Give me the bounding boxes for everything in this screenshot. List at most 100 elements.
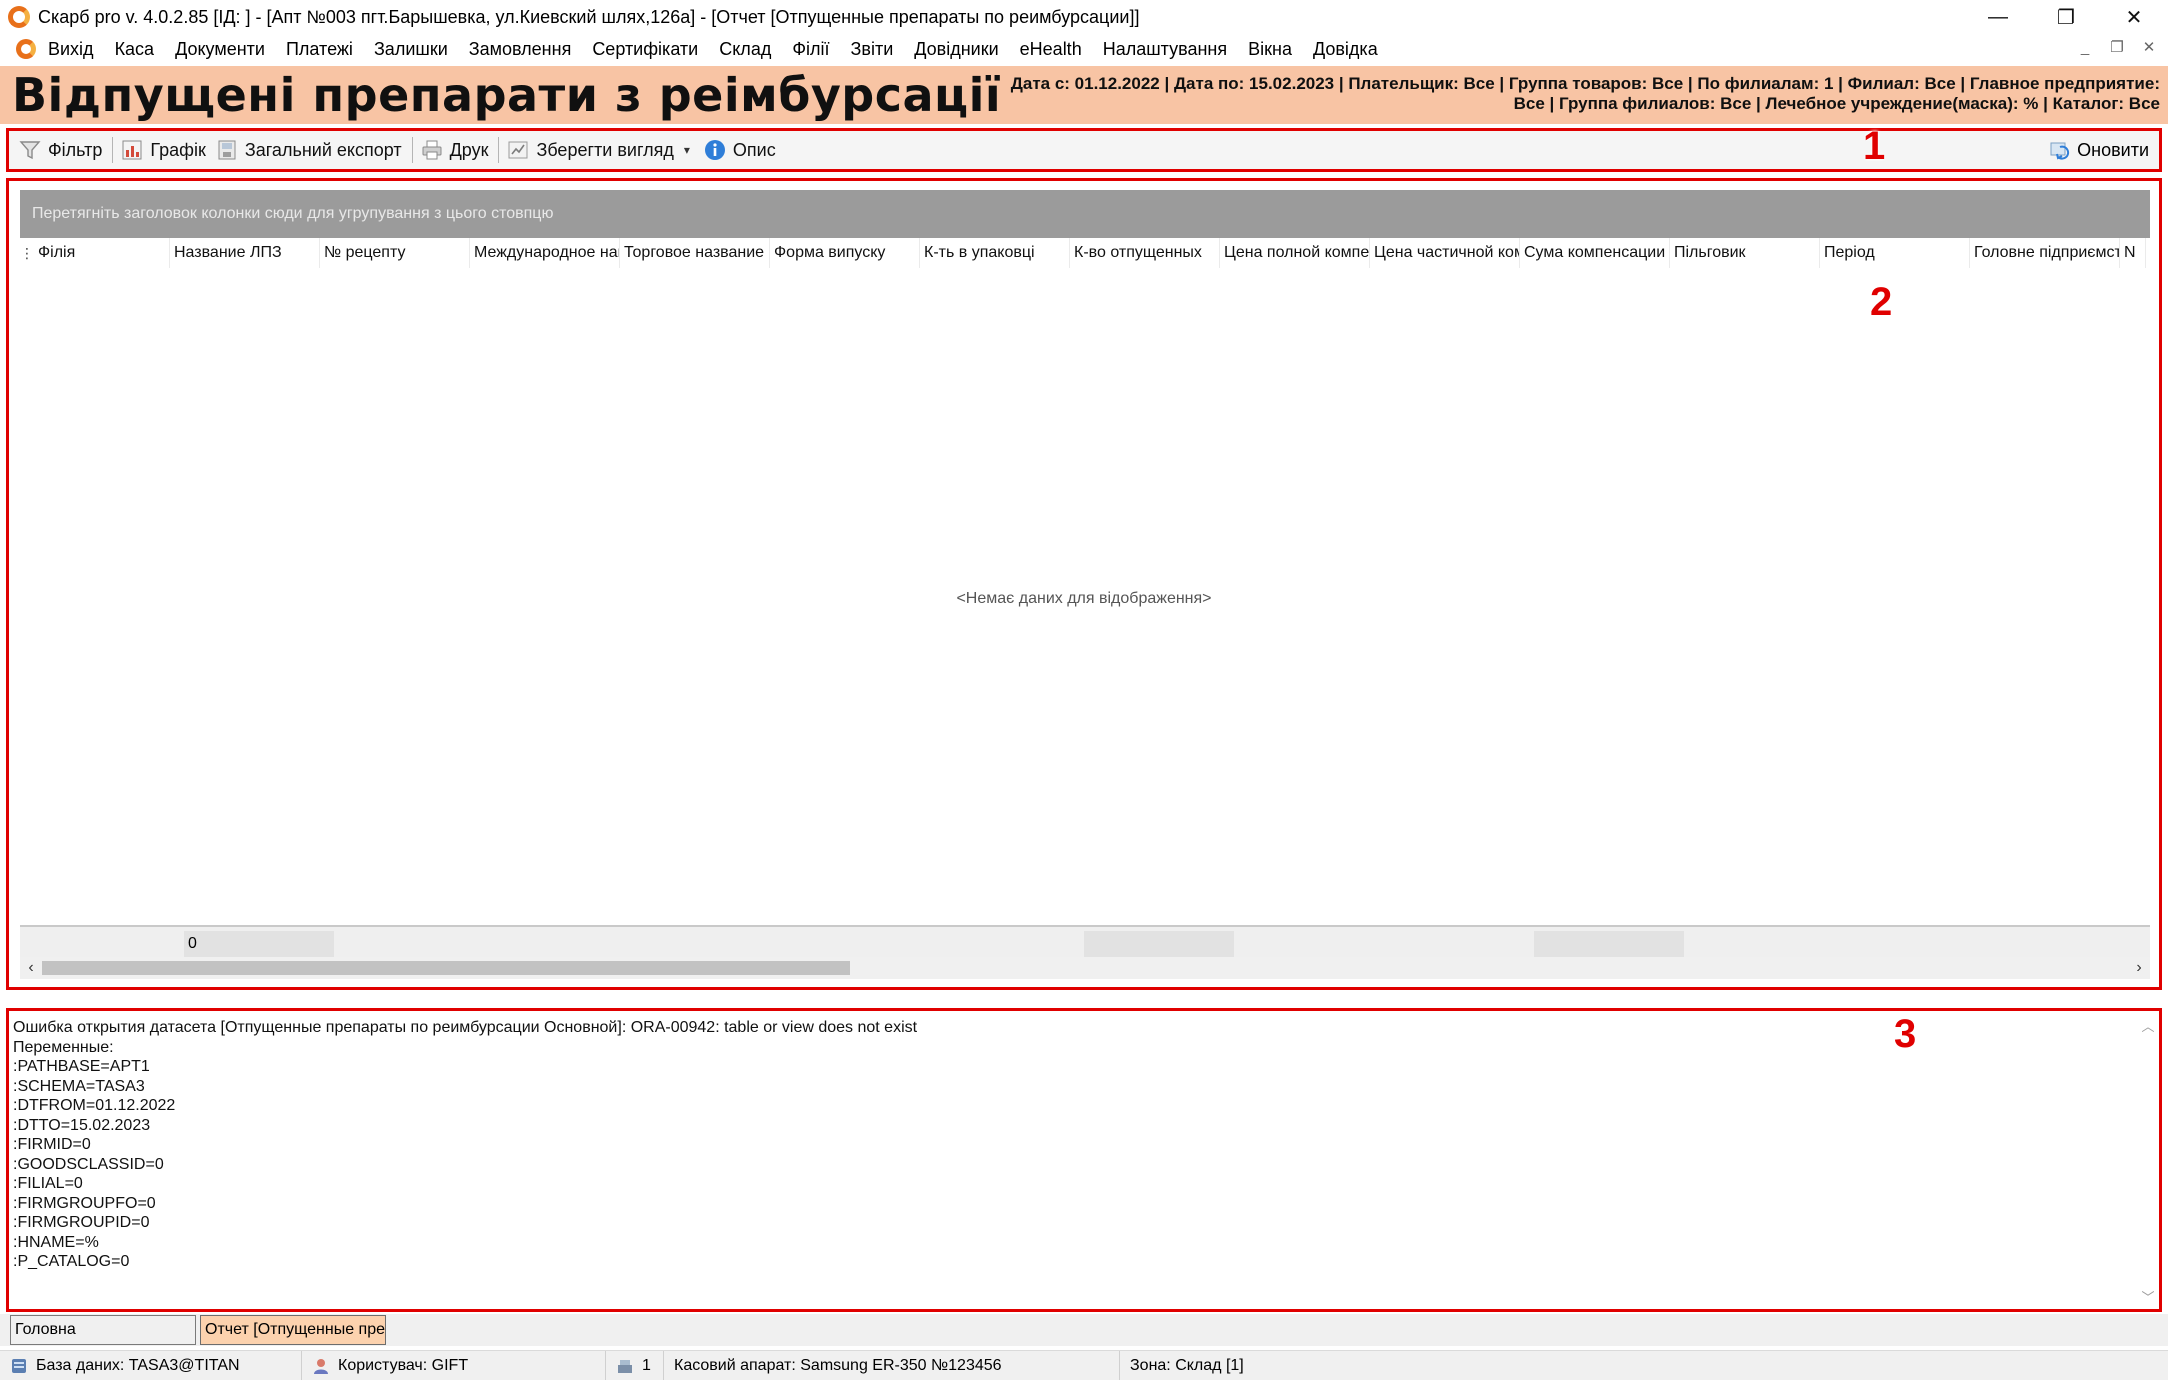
- window-controls: — ❐ ✕: [1964, 0, 2168, 34]
- menu-windows[interactable]: Вікна: [1248, 39, 1292, 60]
- filter-icon: [19, 141, 41, 160]
- filter-button[interactable]: Фільтр: [19, 139, 102, 161]
- group-by-panel[interactable]: Перетягніть заголовок колонки сюди для у…: [20, 190, 2150, 238]
- restore-button[interactable]: ❐: [2032, 0, 2100, 34]
- cash-register-icon: [618, 1359, 632, 1373]
- status-bar: База даних: TASA3@TITAN Користувач: GIFT…: [0, 1350, 2168, 1380]
- description-button[interactable]: Опис: [704, 139, 776, 161]
- chart-button[interactable]: Графік: [121, 139, 206, 161]
- horizontal-scroll-thumb[interactable]: [42, 961, 850, 975]
- scroll-right-icon[interactable]: ›: [2128, 957, 2150, 979]
- footer-summary-cell: [1534, 931, 1684, 957]
- horizontal-scrollbar[interactable]: ‹ ›: [20, 957, 2150, 979]
- app-menu-icon[interactable]: [16, 39, 36, 59]
- menu-help[interactable]: Довідка: [1313, 39, 1378, 60]
- menu-branches[interactable]: Філії: [792, 39, 829, 60]
- save-view-dropdown-icon[interactable]: ▾: [684, 143, 690, 157]
- toolbar-separator: [411, 137, 413, 163]
- status-user-text: Користувач: GIFT: [338, 1356, 469, 1374]
- column-header-lpz-name[interactable]: Название ЛПЗ: [170, 238, 320, 268]
- menu-stock[interactable]: Залишки: [374, 39, 448, 60]
- scroll-down-icon[interactable]: ﹀: [2139, 1288, 2157, 1308]
- app-logo-icon: [8, 6, 30, 28]
- menu-orders[interactable]: Замовлення: [469, 39, 572, 60]
- menu-payments[interactable]: Платежі: [286, 39, 353, 60]
- refresh-button[interactable]: Оновити: [2049, 139, 2149, 161]
- menu-certificates[interactable]: Сертифікати: [592, 39, 698, 60]
- menu-directories[interactable]: Довідники: [914, 39, 998, 60]
- column-header-beneficiary[interactable]: Пільговик: [1670, 238, 1820, 268]
- report-title: Відпущені препарати з реімбурсації: [12, 68, 1002, 122]
- error-line: :FIRMGROUPFO=0: [13, 1194, 156, 1212]
- close-button[interactable]: ✕: [2100, 0, 2168, 34]
- column-header-period[interactable]: Період: [1820, 238, 1970, 268]
- scroll-up-icon[interactable]: ︿: [2139, 1017, 2157, 1037]
- minimize-button[interactable]: —: [1964, 0, 2032, 34]
- mdi-close-button[interactable]: ✕: [2140, 38, 2158, 58]
- column-header-row: ⋮ Філія Название ЛПЗ № рецепту Междунаро…: [20, 238, 2150, 268]
- toolbar-separator: [112, 137, 114, 163]
- column-header-pack-quantity[interactable]: К-ть в упаковці: [920, 238, 1070, 268]
- column-header-dispensed-quantity[interactable]: К-во отпущенных: [1070, 238, 1220, 268]
- group-by-hint: Перетягніть заголовок колонки сюди для у…: [32, 205, 554, 222]
- annotation-marker-1: 1: [1863, 124, 1886, 168]
- column-header-international-name[interactable]: Международное наименование: [470, 238, 620, 268]
- column-header-release-form[interactable]: Форма випуску: [770, 238, 920, 268]
- empty-grid-message: <Немає даних для відображення>: [956, 590, 1212, 607]
- column-header-trade-name[interactable]: Торговое название: [620, 238, 770, 268]
- error-line: :DTFROM=01.12.2022: [13, 1097, 176, 1114]
- mdi-minimize-button[interactable]: _: [2076, 38, 2094, 58]
- menu-warehouse[interactable]: Склад: [719, 39, 771, 60]
- report-header: Відпущені препарати з реімбурсації Дата …: [0, 66, 2168, 124]
- print-label: Друк: [449, 139, 489, 160]
- error-line: :SCHEMA=TASA3: [13, 1077, 145, 1095]
- column-chooser-icon[interactable]: ⋮: [20, 238, 34, 268]
- export-label: Загальний експорт: [244, 139, 402, 160]
- data-grid-panel: Перетягніть заголовок колонки сюди для у…: [6, 178, 2162, 990]
- column-header-compensation-sum[interactable]: Сума компенсации: [1520, 238, 1670, 268]
- report-toolbar: Фільтр Графік Загальний експорт Друк Збе…: [6, 128, 2162, 172]
- column-header-partial-comp-price[interactable]: Цена частичной компенсации: [1370, 238, 1520, 268]
- status-database: База даних: TASA3@TITAN: [0, 1350, 302, 1380]
- column-header-full-comp-price[interactable]: Цена полной компенсации: [1220, 238, 1370, 268]
- export-button[interactable]: Загальний експорт: [216, 139, 402, 161]
- error-line: :FILIAL=0: [13, 1175, 83, 1192]
- print-button[interactable]: Друк: [421, 139, 489, 161]
- error-line: :PATHBASE=APT1: [13, 1058, 150, 1075]
- status-register-text: Касовий апарат: Samsung ER-350 №123456: [674, 1356, 1002, 1374]
- error-line: :FIRMID=0: [13, 1136, 91, 1153]
- save-view-icon: [508, 141, 528, 159]
- mdi-restore-button[interactable]: ❐: [2108, 38, 2126, 58]
- error-line: :GOODSCLASSID=0: [13, 1155, 164, 1173]
- column-header-recipe-number[interactable]: № рецепту: [320, 238, 470, 268]
- chart-label: Графік: [150, 139, 206, 160]
- vertical-scrollbar[interactable]: ︿ ﹀: [2139, 1017, 2157, 1307]
- menu-cash[interactable]: Каса: [115, 39, 155, 60]
- column-header-branch[interactable]: Філія: [34, 238, 170, 268]
- status-user: Користувач: GIFT: [302, 1350, 606, 1380]
- window-tab-bar: Головна Отчет [Отпущенные препараты по р…: [0, 1314, 2168, 1346]
- save-view-button[interactable]: Зберегти вигляд: [507, 139, 674, 161]
- column-header-main-enterprise[interactable]: Головне підприємство: [1970, 238, 2120, 268]
- annotation-marker-2: 2: [1870, 280, 1893, 324]
- status-zone-text: Зона: Склад [1]: [1130, 1356, 1244, 1374]
- menu-exit[interactable]: Вихід: [48, 39, 94, 60]
- scroll-left-icon[interactable]: ‹: [20, 957, 42, 979]
- menu-documents[interactable]: Документи: [175, 39, 265, 60]
- menu-settings[interactable]: Налаштування: [1103, 39, 1227, 60]
- window-title: Скарб pro v. 4.0.2.85 [ІД: ] - [Апт №003…: [38, 6, 1140, 27]
- column-header-n[interactable]: N: [2120, 238, 2146, 268]
- menu-ehealth[interactable]: eHealth: [1020, 39, 1082, 60]
- status-register-count-text: 1: [642, 1356, 651, 1374]
- menu-reports[interactable]: Звіти: [851, 39, 894, 60]
- mdi-controls: _ ❐ ✕: [2076, 38, 2158, 58]
- tab-report[interactable]: Отчет [Отпущенные препараты по реимбурса…: [200, 1315, 386, 1345]
- tab-home[interactable]: Головна: [10, 1315, 196, 1345]
- footer-count-cell: 0: [184, 931, 334, 957]
- user-icon: [314, 1358, 328, 1374]
- printer-icon: [422, 140, 442, 160]
- annotation-marker-3: 3: [1894, 1012, 1917, 1056]
- title-bar: Скарб pro v. 4.0.2.85 [ІД: ] - [Апт №003…: [0, 0, 2168, 34]
- report-params-line-1: Дата с: 01.12.2022 | Дата по: 15.02.2023…: [1010, 74, 2160, 93]
- description-label: Опис: [732, 139, 776, 160]
